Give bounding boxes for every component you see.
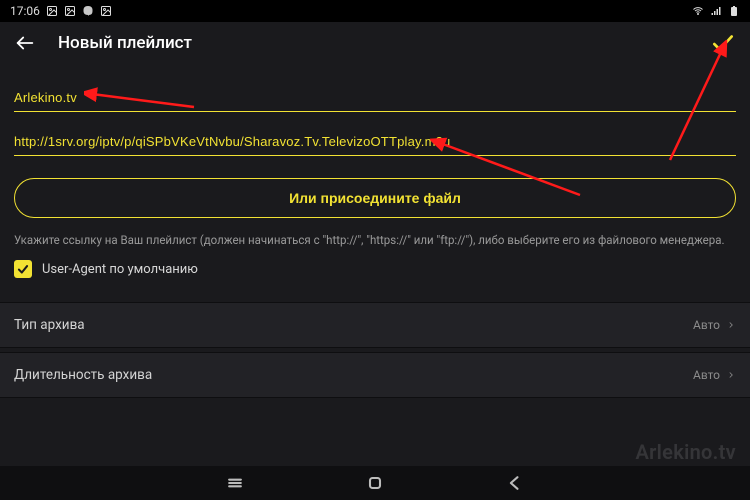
chevron-right-icon [726,370,736,380]
archive-type-row[interactable]: Тип архива Авто [0,302,750,348]
setting-label: Тип архива [14,317,693,333]
checkbox-checked-icon [14,260,32,278]
home-icon[interactable] [365,473,385,493]
archive-duration-row[interactable]: Длительность архива Авто [0,352,750,398]
playlist-name-input[interactable] [14,84,736,112]
setting-value: Авто [693,368,720,382]
back-icon[interactable] [14,32,36,54]
image-icon [46,5,58,17]
android-navbar [0,466,750,500]
wifi-icon [692,5,704,17]
checkbox-label: User-Agent по умолчанию [42,262,198,277]
attach-file-button[interactable]: Или присоедините файл [14,178,736,218]
playlist-url-input[interactable] [14,128,736,156]
recent-icon[interactable] [225,473,245,493]
nav-back-icon[interactable] [505,473,525,493]
watermark-text: Arlekino.tv [636,440,736,464]
page-title: Новый плейлист [58,33,710,53]
hint-text: Укажите ссылку на Ваш плейлист (должен н… [14,232,736,248]
status-time: 17:06 [10,4,40,18]
signal-icon [710,5,722,17]
chevron-right-icon [726,320,736,330]
confirm-icon[interactable] [710,30,736,56]
status-bar: 17:06 [0,0,750,22]
user-agent-checkbox[interactable]: User-Agent по умолчанию [14,260,736,278]
battery-icon [728,5,740,17]
image-icon [64,5,76,17]
viber-icon [82,5,94,17]
app-header: Новый плейлист [0,22,750,64]
image-icon [100,5,112,17]
setting-label: Длительность архива [14,367,693,383]
form-area: Или присоедините файл Укажите ссылку на … [0,64,750,302]
setting-value: Авто [693,318,720,332]
